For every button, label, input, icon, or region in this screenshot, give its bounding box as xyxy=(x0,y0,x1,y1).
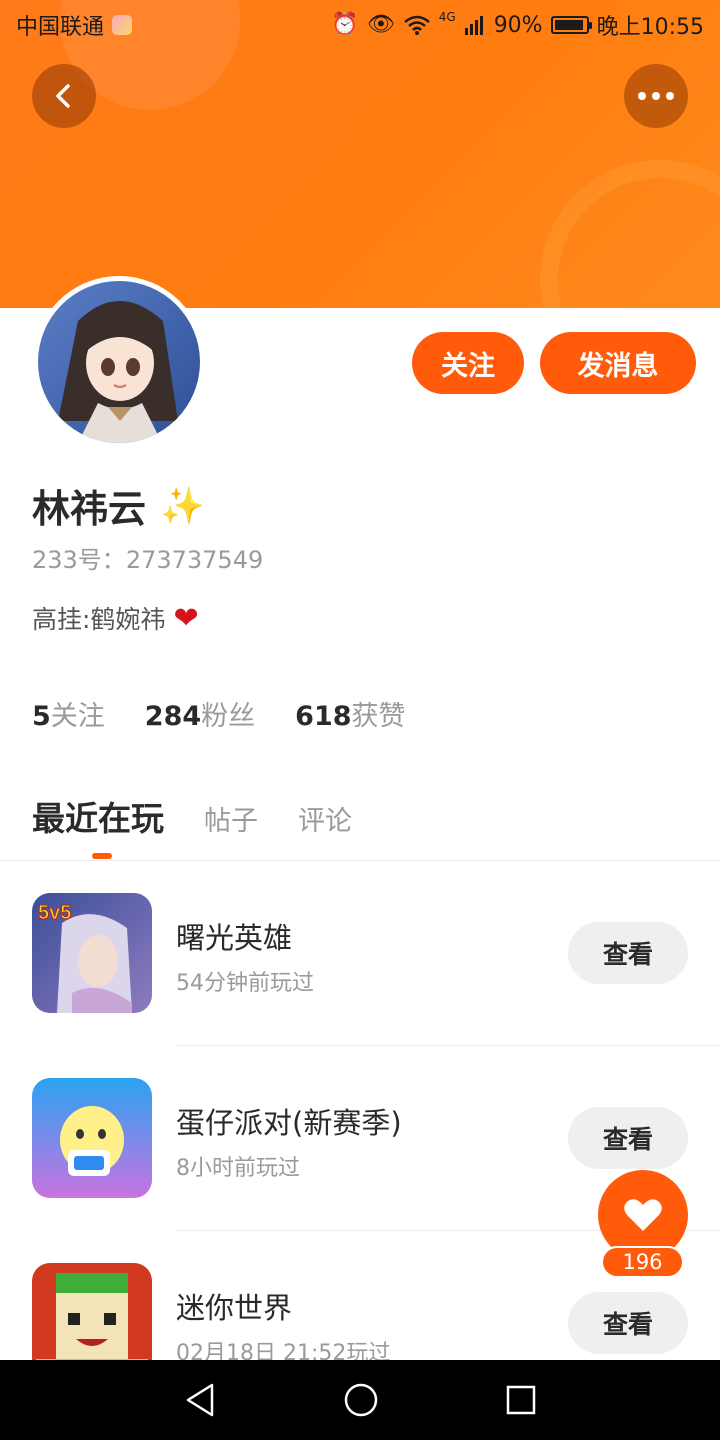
back-button[interactable] xyxy=(32,64,96,128)
send-message-button[interactable]: 发消息 xyxy=(540,332,696,394)
stat-followers[interactable]: 284粉丝 xyxy=(145,694,255,733)
game-list-item[interactable]: 5v5 曙光英雄 54分钟前玩过 查看 xyxy=(0,893,720,1078)
stat-label: 粉丝 xyxy=(201,701,256,732)
stat-likes[interactable]: 618获赞 xyxy=(295,694,405,733)
uid-value[interactable]: 273737549 xyxy=(126,546,263,574)
user-bio: 高挂:鹤婉祎 ❤ xyxy=(32,600,199,636)
alarm-icon: ⏰ xyxy=(331,12,359,37)
more-dots-icon xyxy=(638,92,674,100)
more-options-button[interactable] xyxy=(624,64,688,128)
game-title: 曙光英雄 xyxy=(176,921,293,955)
view-game-button[interactable]: 查看 xyxy=(568,1107,688,1169)
sparkle-icon: ✨ xyxy=(160,485,205,527)
bio-text: 高挂:鹤婉祎 xyxy=(32,605,166,634)
game-icon xyxy=(32,1078,152,1198)
status-left: 中国联通 xyxy=(16,9,133,41)
recent-apps-square-icon[interactable] xyxy=(505,1384,537,1416)
profile-stats: 5关注 284粉丝 618获赞 xyxy=(32,694,406,733)
signal-icon xyxy=(464,16,483,35)
view-game-button[interactable]: 查看 xyxy=(568,1292,688,1354)
chevron-left-icon xyxy=(56,84,70,108)
clock: 晚上10:55 xyxy=(596,15,704,40)
like-count-badge: 196 xyxy=(601,1246,684,1278)
game-badge-text: 5v5 xyxy=(38,902,71,924)
banner-decoration xyxy=(540,160,720,308)
red-heart-icon: ❤ xyxy=(173,600,199,636)
divider xyxy=(176,1045,720,1046)
stat-value: 618 xyxy=(295,701,352,732)
divider xyxy=(0,860,720,861)
game-title: 蛋仔派对(新赛季) xyxy=(176,1106,402,1140)
game-icon: 5v5 xyxy=(32,893,152,1013)
app-notification-icon xyxy=(112,15,133,35)
stat-value: 5 xyxy=(32,701,51,732)
stat-following[interactable]: 5关注 xyxy=(32,694,105,733)
system-navigation-bar xyxy=(0,1360,720,1440)
tab-posts[interactable]: 帖子 xyxy=(204,799,258,838)
back-triangle-icon[interactable] xyxy=(183,1382,217,1418)
battery-icon xyxy=(550,16,592,34)
heart-icon xyxy=(624,1199,662,1231)
user-id: 233号：273737549 xyxy=(32,540,263,575)
name-row: 林祎云 ✨ xyxy=(32,478,205,533)
active-tab-indicator xyxy=(92,853,112,859)
network-type-label: 4G xyxy=(438,10,456,24)
user-name: 林祎云 xyxy=(32,487,147,531)
battery-percent: 90% xyxy=(493,12,543,38)
avatar-image xyxy=(38,281,200,443)
game-title: 迷你世界 xyxy=(176,1291,293,1325)
stat-label: 关注 xyxy=(50,701,105,732)
content-tabs: 最近在玩 帖子 评论 xyxy=(32,792,352,840)
status-bar: 中国联通 ⏰ 👁 4G 90% 晚上10:55 xyxy=(0,0,720,50)
view-game-button[interactable]: 查看 xyxy=(568,922,688,984)
follow-button[interactable]: 关注 xyxy=(412,332,524,394)
carrier-label: 中国联通 xyxy=(16,15,105,40)
tab-comments[interactable]: 评论 xyxy=(298,799,352,838)
stat-value: 284 xyxy=(144,701,202,732)
avatar[interactable] xyxy=(33,276,205,448)
wifi-icon xyxy=(403,15,430,35)
game-last-played: 8小时前玩过 xyxy=(176,1156,300,1181)
game-last-played: 54分钟前玩过 xyxy=(176,971,314,996)
home-circle-icon[interactable] xyxy=(343,1382,379,1418)
uid-label: 233号： xyxy=(32,546,126,574)
profile-page: 中国联通 ⏰ 👁 4G 90% 晚上10:55 关注 发消息 林祎云 ✨ 233… xyxy=(0,0,720,1440)
status-right: ⏰ 👁 4G 90% 晚上10:55 xyxy=(331,9,704,41)
eye-comfort-icon: 👁 xyxy=(366,12,395,37)
stat-label: 获赞 xyxy=(351,701,406,732)
tab-recently-played[interactable]: 最近在玩 xyxy=(32,792,164,840)
